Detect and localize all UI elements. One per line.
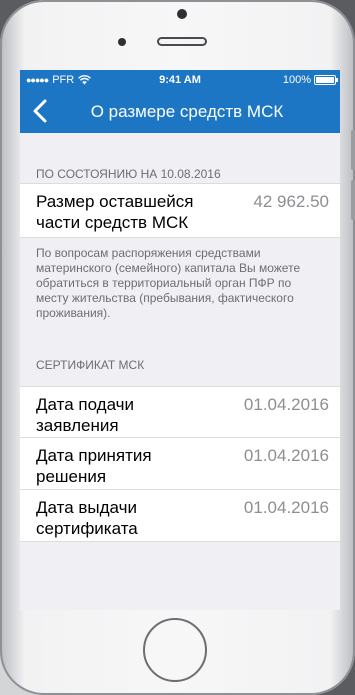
battery-icon [314, 75, 338, 85]
certificate-row-label: Дата выдачи сертификата [36, 497, 138, 539]
certificate-row-label: Дата принятия решения [36, 445, 152, 487]
earpiece-speaker [157, 37, 207, 46]
balance-row: Размер оставшейся части средств МСК 42 9… [20, 183, 340, 238]
certificate-row: Дата принятия решения 01.04.2016 [20, 438, 340, 490]
label-line: Дата выдачи [36, 498, 137, 517]
battery-percent: 100% [282, 74, 311, 86]
phone-frame: ●●●●● PFR 9:41 AM 100% О размере средств… [0, 0, 355, 695]
label-line: части средств МСК [36, 213, 189, 232]
label-line: решения [36, 467, 107, 486]
page-title: О размере средств МСК [90, 101, 284, 121]
status-bar: ●●●●● PFR 9:41 AM 100% [20, 70, 340, 90]
certificate-row: Дата подачи заявления 01.04.2016 [20, 386, 340, 438]
volume-button [351, 130, 355, 170]
certificate-row-value: 01.04.2016 [243, 498, 329, 517]
certificate-row-value: 01.04.2016 [243, 446, 329, 465]
screen: ●●●●● PFR 9:41 AM 100% О размере средств… [20, 70, 340, 610]
balance-section-header: ПО СОСТОЯНИЮ НА 10.08.2016 [36, 167, 221, 181]
label-line: сертификата [36, 519, 138, 538]
status-right: 100% [282, 74, 338, 86]
certificate-row: Дата выдачи сертификата 01.04.2016 [20, 490, 340, 542]
label-line: заявления [36, 416, 119, 435]
certificate-row-label: Дата подачи заявления [36, 394, 134, 436]
label-line: Размер оставшейся [36, 192, 194, 211]
certificate-section-header: СЕРТИФИКАТ МСК [36, 358, 145, 372]
navigation-bar: О размере средств МСК [20, 90, 340, 133]
label-line: Дата принятия [36, 446, 152, 465]
info-note: По вопросам распоряжения средствами мате… [36, 246, 301, 320]
sensor-dot [177, 9, 187, 19]
certificate-row-value: 01.04.2016 [243, 395, 329, 414]
chevron-left-icon[interactable] [30, 98, 52, 124]
front-camera [118, 38, 126, 46]
balance-label: Размер оставшейся части средств МСК [36, 191, 193, 233]
balance-value: 42 962.50 [253, 192, 329, 211]
home-button[interactable] [143, 618, 207, 682]
label-line: Дата подачи [36, 395, 135, 414]
volume-button [351, 180, 355, 220]
